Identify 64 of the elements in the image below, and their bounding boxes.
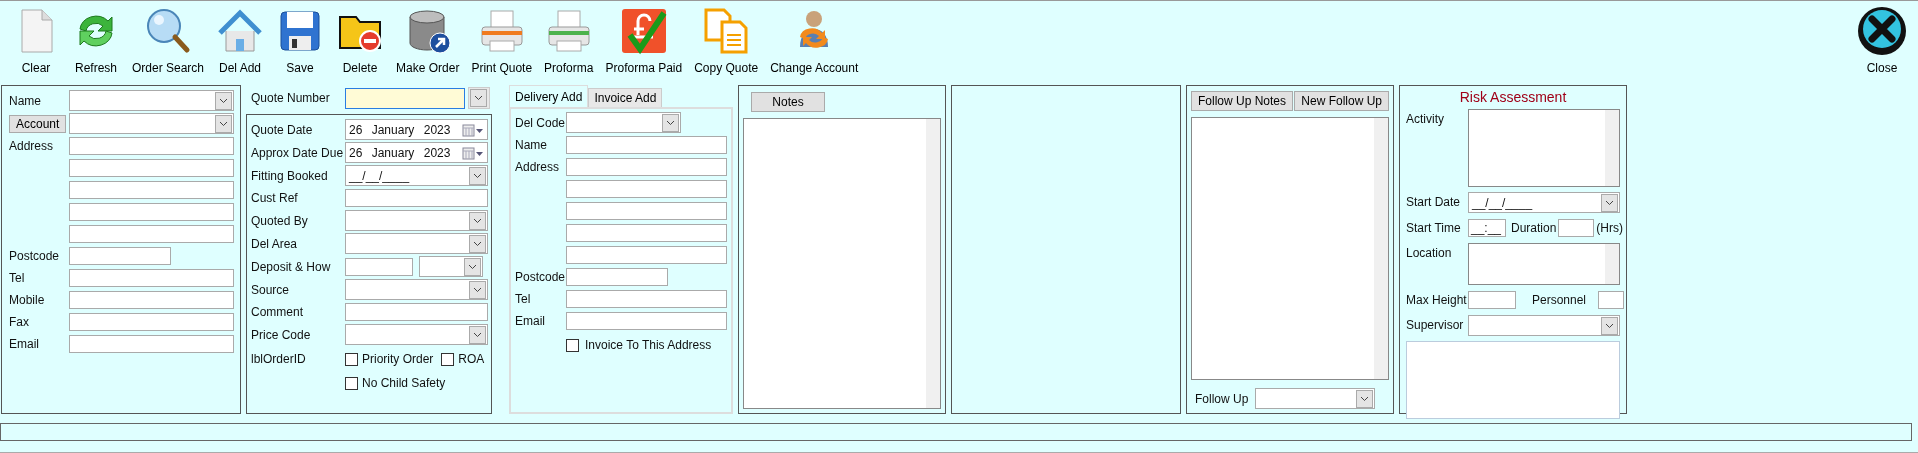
dropdown-field[interactable]: __/__/____ — [1468, 192, 1620, 213]
field-label: Follow Up — [1195, 391, 1250, 406]
notes-button[interactable]: Notes — [751, 92, 825, 112]
toolbar-button[interactable]: Copy Quote — [688, 1, 765, 75]
tab[interactable]: Invoice Add — [588, 88, 663, 107]
follow-up-button[interactable]: Follow Up Notes — [1191, 91, 1294, 111]
toolbar-button[interactable]: Change Account — [764, 1, 865, 75]
field-label: Quoted By — [251, 213, 309, 228]
toolbar-button[interactable]: Refresh — [66, 1, 126, 75]
field-label: Personnel — [1532, 293, 1587, 307]
toolbar-button[interactable]: Del Add — [210, 1, 271, 75]
date-field[interactable]: 26 January 2023 — [345, 119, 488, 140]
field-label: lblOrderID — [251, 352, 307, 366]
toolbar-button[interactable]: Make Order — [390, 1, 466, 75]
field-label: Approx Date Due — [251, 145, 345, 160]
field-label: Start Time — [1406, 220, 1462, 235]
toolbar-button[interactable]: Save — [270, 1, 331, 75]
field-label: Price Code — [251, 327, 312, 342]
field-label: Address — [515, 160, 561, 174]
field-label: Fax — [9, 315, 30, 329]
checkbox-label: ROA — [458, 352, 485, 366]
panel-title: Risk Assessment — [1458, 89, 1568, 105]
field-label: Supervisor — [1406, 317, 1465, 332]
follow-up-button[interactable]: New Follow Up — [1294, 91, 1389, 111]
toolbar-button[interactable]: Order Search — [126, 1, 211, 75]
field-label: Mobile — [9, 293, 46, 307]
toolbar-button[interactable]: Clear — [6, 1, 66, 75]
time-field[interactable]: __:__ — [1468, 219, 1506, 237]
checkbox-label: No Child Safety — [362, 376, 446, 390]
date-field[interactable]: 26 January 2023 — [345, 142, 488, 163]
field-label: Location — [1406, 245, 1453, 260]
field-label: Postcode — [515, 270, 566, 284]
checkbox-label: Priority Order — [362, 352, 434, 366]
field-label: Activity — [1406, 111, 1445, 126]
field-label: Deposit & How — [251, 259, 332, 274]
field-label: Duration — [1511, 221, 1557, 235]
field-label: Name — [9, 93, 42, 108]
unit-label: (Hrs) — [1596, 221, 1623, 235]
field-label: Address — [9, 139, 55, 153]
field-label: Del Area — [251, 236, 299, 251]
toolbar-button[interactable]: Print Quote — [465, 1, 539, 75]
account-button[interactable]: Account — [9, 114, 67, 133]
toolbar-button[interactable]: Proforma — [538, 1, 600, 75]
field-label: Name — [515, 138, 548, 152]
close-button[interactable]: Close — [1850, 1, 1914, 75]
field-label: Quote Date — [251, 122, 314, 137]
field-label: Del Code — [515, 115, 566, 130]
field-label: Max Height — [1406, 292, 1468, 307]
field-label: Start Date — [1406, 194, 1462, 209]
field-label: Postcode — [9, 249, 61, 263]
field-label: Tel — [9, 271, 26, 285]
toolbar-button[interactable]: Proforma Paid — [599, 1, 689, 75]
field-label: Quote Number — [251, 91, 331, 105]
field-label: Cust Ref — [251, 191, 299, 205]
field-label: Source — [251, 282, 291, 297]
checkbox-label: Invoice To This Address — [585, 338, 712, 352]
field-label: Comment — [251, 305, 304, 319]
toolbar-button[interactable]: Delete — [330, 1, 391, 75]
tab[interactable]: Delivery Add — [509, 85, 589, 107]
field-label: Tel — [515, 292, 532, 306]
field-label: Fitting Booked — [251, 168, 329, 183]
field-label: Email — [9, 337, 40, 351]
field-label: Email — [515, 314, 546, 328]
dropdown-field[interactable]: __/__/____ — [345, 165, 488, 186]
